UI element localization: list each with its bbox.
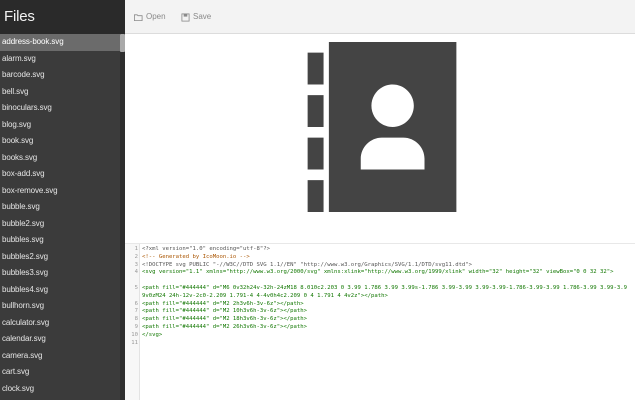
file-list-item[interactable]: box-remove.svg	[0, 183, 120, 200]
file-list-item[interactable]: bubbles4.svg	[0, 282, 120, 299]
code-line[interactable]: 5 <path fill="#444444" d="M6 0v32h24v-32h…	[135, 285, 635, 301]
file-list-item[interactable]: clock.svg	[0, 381, 120, 398]
file-sidebar: Files address-book.svg alarm.svg barcode.s…	[0, 0, 125, 400]
line-number-text: 7	[134, 308, 138, 315]
code-line[interactable]: 7 <path fill="#444444" d="M2 10h3v6h-3v-6…	[135, 308, 635, 316]
code-text[interactable]: <!-- Generated by IcoMoon.io -->	[140, 254, 630, 262]
file-list-item[interactable]: cart.svg	[0, 364, 120, 381]
toolbar: Open Save	[125, 0, 635, 34]
code-line[interactable]: 2 <!-- Generated by IcoMoon.io -->	[135, 254, 635, 262]
save-button-label: Save	[193, 12, 212, 21]
line-number-text: 2	[134, 253, 138, 260]
code-line[interactable]: 9 <path fill="#444444" d="M2 26h3v6h-3v-6…	[135, 324, 635, 332]
address-book-icon	[307, 42, 457, 212]
code-text[interactable]: </svg>	[140, 332, 630, 340]
code-text[interactable]	[140, 340, 630, 348]
file-list-item[interactable]: books.svg	[0, 150, 120, 167]
line-number-text: 3	[134, 261, 138, 268]
line-number-text: 5	[134, 284, 138, 291]
open-button-label: Open	[146, 12, 166, 21]
file-list-item[interactable]: calculator.svg	[0, 315, 120, 332]
code-text[interactable]: <path fill="#444444" d="M6 0v32h24v-32h-…	[140, 285, 630, 301]
code-text[interactable]: <path fill="#444444" d="M2 2h3v6h-3v-6z"…	[140, 301, 630, 309]
code-line[interactable]: 8 <path fill="#444444" d="M2 18h3v6h-3v-6…	[135, 316, 635, 324]
line-number-text: 6	[134, 300, 138, 307]
code-line[interactable]: 4 <svg version="1.1" xmlns="http://www.w3…	[135, 269, 635, 285]
floppy-disk-icon	[181, 12, 190, 22]
file-list-item[interactable]: camera.svg	[0, 348, 120, 365]
code-line[interactable]: 6 <path fill="#444444" d="M2 2h3v6h-3v-6z…	[135, 301, 635, 309]
file-list-item[interactable]: blog.svg	[0, 117, 120, 134]
sidebar-title: Files	[0, 0, 125, 34]
file-list-item[interactable]: binoculars.svg	[0, 100, 120, 117]
file-list-item[interactable]: address-book.svg	[0, 34, 120, 51]
code-line[interactable]: 3 <!DOCTYPE svg PUBLIC "-//W3C//DTD SVG 1…	[135, 262, 635, 270]
code-line[interactable]: 10 </svg>	[131, 332, 635, 340]
code-line[interactable]: 1 <?xml version="1.0" encoding="utf-8"?>	[135, 246, 635, 254]
file-list-item[interactable]: box-add.svg	[0, 166, 120, 183]
file-list-item[interactable]: bubbles3.svg	[0, 265, 120, 282]
file-list-item[interactable]: book.svg	[0, 133, 120, 150]
file-list-item[interactable]: calendar.svg	[0, 331, 120, 348]
folder-open-icon	[134, 13, 143, 21]
file-list-item[interactable]: bullhorn.svg	[0, 298, 120, 315]
file-list-item[interactable]: bubble2.svg	[0, 216, 120, 233]
code-text[interactable]: <svg version="1.1" xmlns="http://www.w3.…	[140, 269, 630, 285]
code-lines[interactable]: 1 <?xml version="1.0" encoding="utf-8"?> 2…	[131, 246, 635, 348]
code-text[interactable]: <path fill="#444444" d="M2 10h3v6h-3v-6z…	[140, 308, 630, 316]
file-list-item[interactable]: bubbles2.svg	[0, 249, 120, 266]
file-list-item[interactable]: barcode.svg	[0, 67, 120, 84]
code-text[interactable]: <path fill="#444444" d="M2 18h3v6h-3v-6z…	[140, 316, 630, 324]
code-editor[interactable]: 1 <?xml version="1.0" encoding="utf-8"?> 2…	[125, 244, 635, 400]
file-list-item[interactable]: bell.svg	[0, 84, 120, 101]
line-number-text: 11	[131, 339, 138, 346]
line-number-text: 4	[134, 269, 138, 276]
file-list-item[interactable]: alarm.svg	[0, 51, 120, 68]
file-list-item[interactable]: bubbles.svg	[0, 232, 120, 249]
save-button[interactable]: Save	[181, 0, 211, 34]
line-number-text: 1	[134, 246, 138, 252]
code-text[interactable]: <path fill="#444444" d="M2 26h3v6h-3v-6z…	[140, 324, 630, 332]
file-list-item[interactable]: bubble.svg	[0, 199, 120, 216]
file-list: address-book.svg alarm.svg barcode.svg bell…	[0, 34, 120, 397]
line-number-text: 9	[134, 323, 138, 330]
code-line[interactable]: 11	[131, 340, 635, 348]
line-number-text: 10	[131, 331, 138, 338]
open-button[interactable]: Open	[134, 0, 166, 34]
line-number-text: 8	[134, 316, 138, 323]
code-text[interactable]: <?xml version="1.0" encoding="utf-8"?>	[140, 246, 630, 254]
svg-preview	[125, 34, 635, 243]
code-text[interactable]: <!DOCTYPE svg PUBLIC "-//W3C//DTD SVG 1.…	[140, 262, 630, 270]
